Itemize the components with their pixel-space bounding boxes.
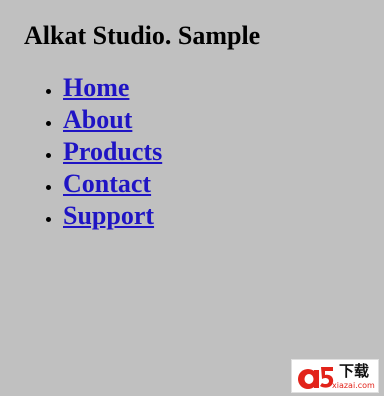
bullet-icon: [46, 185, 51, 190]
bullet-icon: [46, 217, 51, 222]
site-watermark: 下载 xiazai.com: [291, 359, 379, 393]
nav-item-contact: Contact: [40, 168, 162, 200]
watermark-chinese-text: 下载: [339, 362, 370, 380]
bullet-icon: [46, 89, 51, 94]
nav-link-home[interactable]: Home: [63, 73, 129, 102]
watermark-url-text: xiazai.com: [332, 381, 375, 390]
nav-link-support[interactable]: Support: [63, 201, 154, 230]
nav-list: Home About Products Contact Support: [40, 72, 162, 232]
bullet-icon: [46, 121, 51, 126]
nav-link-about[interactable]: About: [63, 105, 132, 134]
nav-item-about: About: [40, 104, 162, 136]
nav-item-support: Support: [40, 200, 162, 232]
nav-link-contact[interactable]: Contact: [63, 169, 151, 198]
bullet-icon: [46, 153, 51, 158]
a5-logo-icon: [298, 367, 334, 389]
page-title: Alkat Studio. Sample: [24, 21, 261, 50]
nav-item-home: Home: [40, 72, 162, 104]
nav-item-products: Products: [40, 136, 162, 168]
nav-link-products[interactable]: Products: [63, 137, 162, 166]
